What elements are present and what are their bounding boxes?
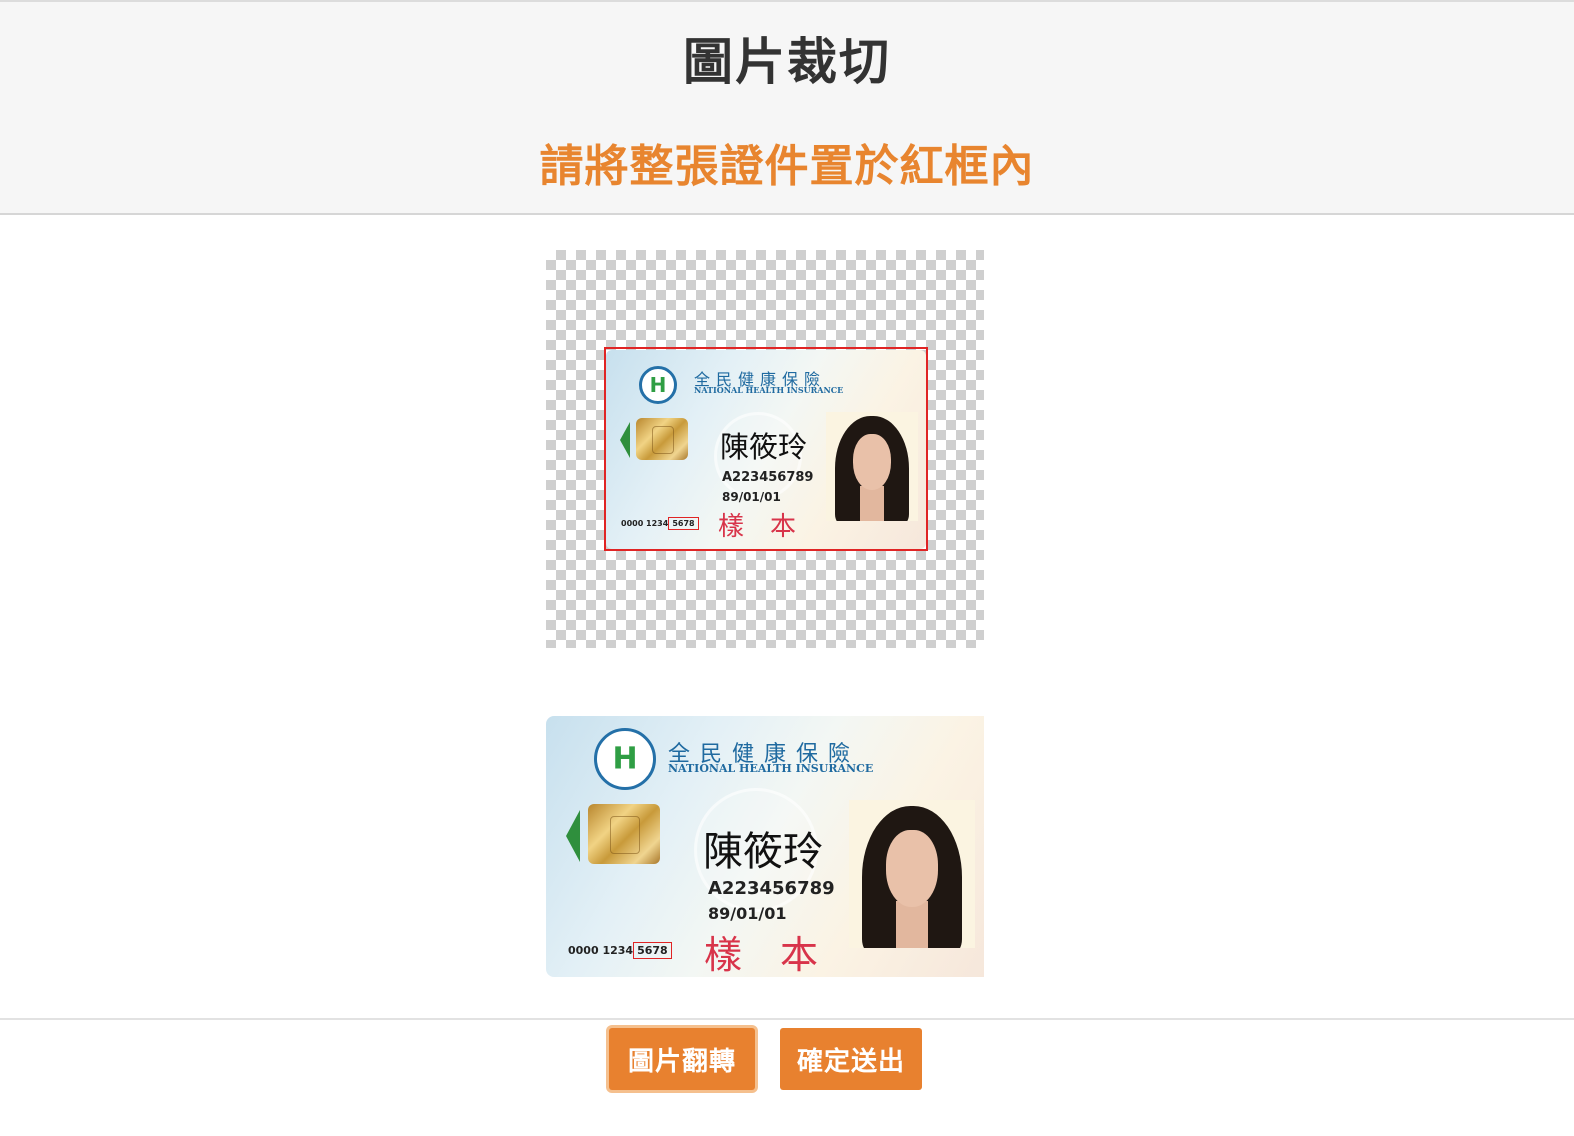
left-arrow-icon bbox=[566, 810, 580, 862]
card-id-number: A223456789 bbox=[708, 878, 835, 899]
page-title: 圖片裁切 bbox=[683, 33, 891, 91]
card-number: 0000 1234 5678 bbox=[568, 942, 672, 959]
footer-divider bbox=[0, 1018, 1574, 1020]
card-birth-date: 89/01/01 bbox=[708, 904, 787, 923]
card-chip bbox=[588, 804, 660, 864]
page-header: 圖片裁切 請將整張證件置於紅框內 bbox=[0, 0, 1574, 215]
logo-letter: H bbox=[612, 741, 638, 777]
health-insurance-logo-icon: H bbox=[594, 728, 656, 790]
flip-image-button[interactable]: 圖片翻轉 bbox=[609, 1028, 755, 1090]
card-org-name-en: NATIONAL HEALTH INSURANCE bbox=[668, 762, 874, 775]
submit-button[interactable]: 確定送出 bbox=[780, 1028, 922, 1090]
card-number-last4: 5678 bbox=[633, 942, 672, 959]
card-holder-name: 陳筱玲 bbox=[703, 829, 823, 875]
crop-frame[interactable] bbox=[604, 347, 928, 551]
card-photo bbox=[849, 800, 975, 948]
card-number-prefix: 0000 1234 bbox=[568, 944, 634, 957]
card-sample-mark: 樣 本 bbox=[704, 933, 819, 977]
crop-instruction: 請將整張證件置於紅框內 bbox=[539, 141, 1035, 192]
preview-card-image: H 全民健康保險 NATIONAL HEALTH INSURANCE 陳筱玲 A… bbox=[546, 716, 984, 977]
